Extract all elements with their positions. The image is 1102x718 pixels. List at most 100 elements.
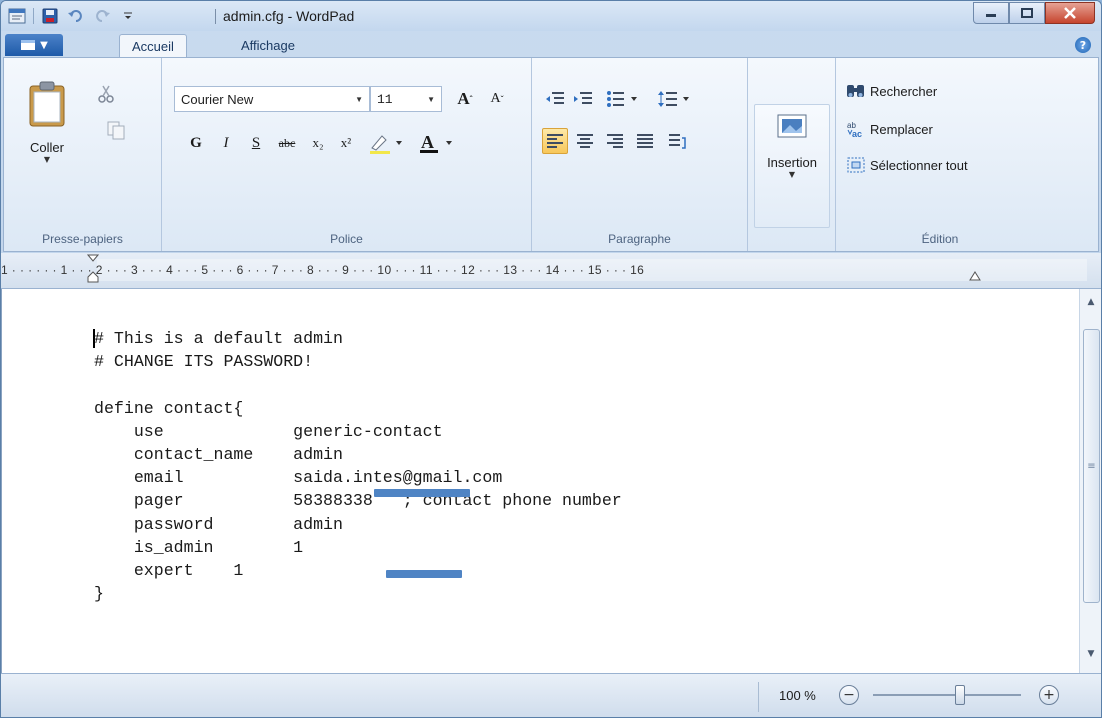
doc-line-10: is_admin 1 [94, 537, 304, 557]
redo-icon[interactable] [92, 6, 112, 26]
paste-label: Coller [30, 140, 64, 155]
clipboard-icon [29, 81, 65, 127]
align-right-icon [607, 134, 623, 148]
subscript-button[interactable]: x₂ [306, 130, 330, 156]
font-size-value: 11 [377, 91, 393, 107]
status-bar: 100 % − + [1, 673, 1101, 717]
zoom-level: 100 % [779, 688, 816, 703]
cut-icon[interactable] [96, 84, 116, 108]
align-left-icon [547, 134, 563, 148]
decrease-indent-icon[interactable] [542, 86, 568, 112]
replace-icon: abac [847, 121, 862, 138]
align-center-button[interactable] [572, 128, 598, 154]
editing-group-label: Édition [921, 232, 959, 246]
bold-button[interactable]: G [184, 130, 208, 156]
zoom-slider-thumb[interactable] [955, 685, 966, 705]
paragraph-group-label: Paragraphe [608, 232, 671, 246]
left-indent-marker-icon[interactable] [87, 271, 99, 283]
vertical-scrollbar[interactable]: ▲ ≡ ▼ [1079, 289, 1101, 673]
select-all-button[interactable]: Sélectionner tout [846, 156, 968, 174]
close-button[interactable] [1045, 2, 1095, 24]
group-paragraph: Paragraphe [532, 58, 748, 251]
doc-line-2: # CHANGE ITS PASSWORD! [94, 352, 314, 372]
highlighter-icon [370, 135, 402, 154]
qat-separator [33, 8, 34, 24]
find-button[interactable]: Rechercher [846, 82, 937, 100]
doc-line-6: contact_name admin [94, 445, 343, 465]
right-indent-marker-icon[interactable] [969, 271, 981, 283]
bullets-button[interactable] [604, 86, 644, 112]
quick-access-toolbar [7, 6, 138, 26]
app-icon[interactable] [7, 6, 27, 26]
line-spacing-icon [658, 91, 689, 107]
replace-button[interactable]: ab ac Remplacer [846, 120, 933, 138]
grow-font-button[interactable]: Aˆ [450, 86, 480, 112]
ribbon: Coller ▼ Presse-papiers Courier New ▼ 11… [3, 57, 1099, 252]
font-color-button[interactable]: A [416, 130, 462, 156]
doc-line-1: # This is a default admin [94, 329, 343, 348]
redaction-mark-contact-name [374, 489, 470, 497]
shrink-font-button[interactable]: Aˇ [482, 86, 512, 112]
font-family-value: Courier New [181, 91, 254, 107]
underline-button[interactable]: S [244, 130, 268, 156]
maximize-button[interactable] [1009, 2, 1045, 24]
tab-affichage[interactable]: Affichage [229, 34, 307, 57]
align-right-button[interactable] [602, 128, 628, 154]
group-insert: Insertion ▼ [748, 58, 836, 251]
increase-indent-icon[interactable] [570, 86, 596, 112]
document-text[interactable]: # This is a default admin # CHANGE ITS P… [94, 327, 622, 605]
svg-text:A: A [421, 132, 434, 152]
italic-button[interactable]: I [214, 130, 238, 156]
paragraph-settings-icon[interactable] [664, 128, 690, 154]
window-controls [973, 2, 1095, 24]
ribbon-tabs: ▼ Accueil Affichage ? [1, 31, 1101, 57]
justify-icon [637, 134, 653, 148]
group-clipboard: Coller ▼ Presse-papiers [4, 58, 162, 251]
scroll-down-icon[interactable]: ▼ [1080, 645, 1101, 663]
document-area[interactable]: # This is a default admin # CHANGE ITS P… [1, 289, 1079, 673]
line-spacing-button[interactable] [656, 86, 696, 112]
find-label: Rechercher [870, 83, 938, 99]
scroll-thumb[interactable]: ≡ [1083, 329, 1100, 603]
status-separator [758, 682, 759, 712]
replace-label: Remplacer [870, 121, 933, 137]
zoom-out-button[interactable]: − [839, 685, 859, 705]
help-icon[interactable]: ? [1075, 37, 1091, 53]
clipboard-group-label: Presse-papiers [42, 232, 123, 246]
highlight-color-button[interactable] [366, 130, 410, 156]
paste-button[interactable]: Coller ▼ [24, 80, 70, 200]
align-center-icon [577, 134, 593, 148]
zoom-in-button[interactable]: + [1039, 685, 1059, 705]
strikethrough-button[interactable]: abc [272, 130, 302, 156]
doc-line-9: password admin [94, 514, 343, 534]
font-color-icon: A [420, 132, 452, 153]
font-size-select[interactable]: 11 ▼ [370, 86, 442, 112]
customize-qat-chevron-icon[interactable] [118, 6, 138, 26]
copy-icon[interactable] [106, 120, 126, 144]
scroll-up-icon[interactable]: ▲ [1080, 293, 1101, 311]
font-size-chevron-icon: ▼ [427, 94, 435, 104]
font-family-chevron-icon: ▼ [355, 94, 363, 104]
doc-line-12: } [94, 584, 104, 604]
align-left-button[interactable] [542, 128, 568, 154]
font-family-select[interactable]: Courier New ▼ [174, 86, 370, 112]
minimize-button[interactable] [973, 2, 1009, 24]
grip-icon: ≡ [1087, 460, 1096, 472]
superscript-button[interactable]: x² [334, 130, 358, 156]
paste-chevron-icon: ▼ [43, 155, 51, 164]
picture-icon [777, 114, 807, 138]
justify-button[interactable] [632, 128, 658, 154]
first-line-indent-marker-icon[interactable] [87, 254, 99, 266]
insert-button[interactable]: Insertion ▼ [754, 104, 830, 228]
application-menu-button[interactable]: ▼ [5, 34, 63, 56]
binoculars-icon [847, 85, 864, 97]
undo-icon[interactable] [66, 6, 86, 26]
tab-accueil[interactable]: Accueil [119, 34, 187, 57]
zoom-slider[interactable] [873, 694, 1021, 696]
doc-line-11: expert 1 [94, 561, 244, 581]
select-all-label: Sélectionner tout [870, 157, 968, 173]
group-font: Courier New ▼ 11 ▼ Aˆ Aˇ G I S abc x₂ x²… [162, 58, 532, 251]
ruler[interactable]: 1 · · · · · · 1 · · · 2 · · · 3 · · · 4 … [1, 253, 1101, 289]
save-icon[interactable] [40, 6, 60, 26]
font-group-label: Police [330, 232, 363, 246]
